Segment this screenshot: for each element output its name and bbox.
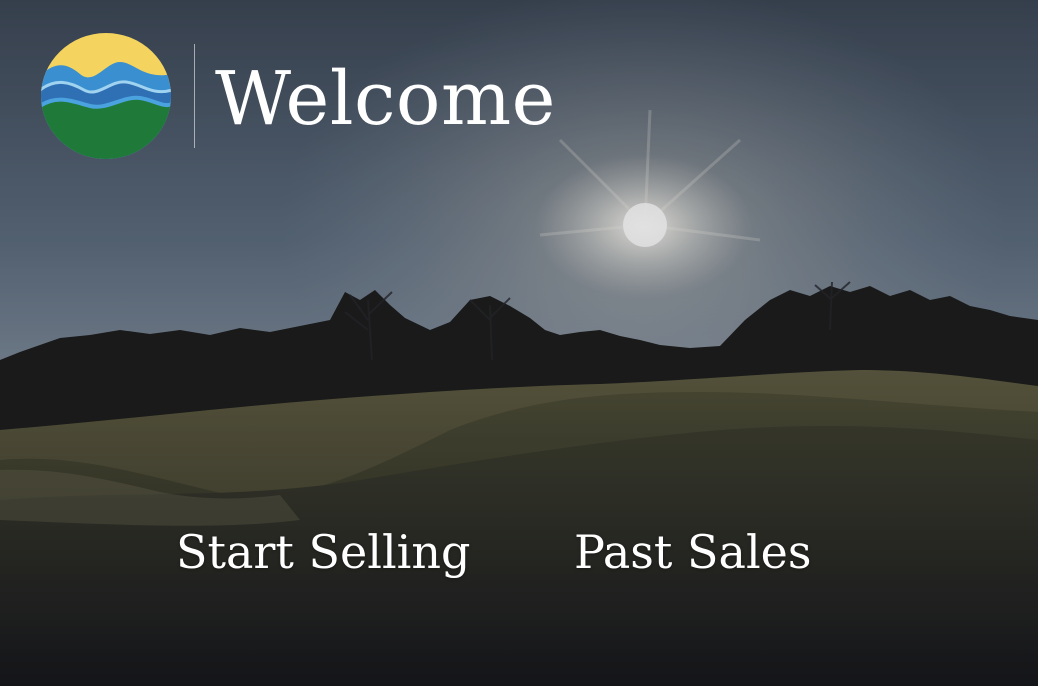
page-title: Welcome	[215, 56, 556, 142]
mountain-water-logo-icon	[41, 33, 171, 159]
header-divider	[194, 44, 195, 148]
header: Welcome	[40, 32, 556, 160]
past-sales-button[interactable]: Past Sales	[574, 520, 812, 584]
welcome-screen: Welcome Start Selling Past Sales	[0, 0, 1038, 686]
start-selling-button[interactable]: Start Selling	[176, 520, 470, 584]
